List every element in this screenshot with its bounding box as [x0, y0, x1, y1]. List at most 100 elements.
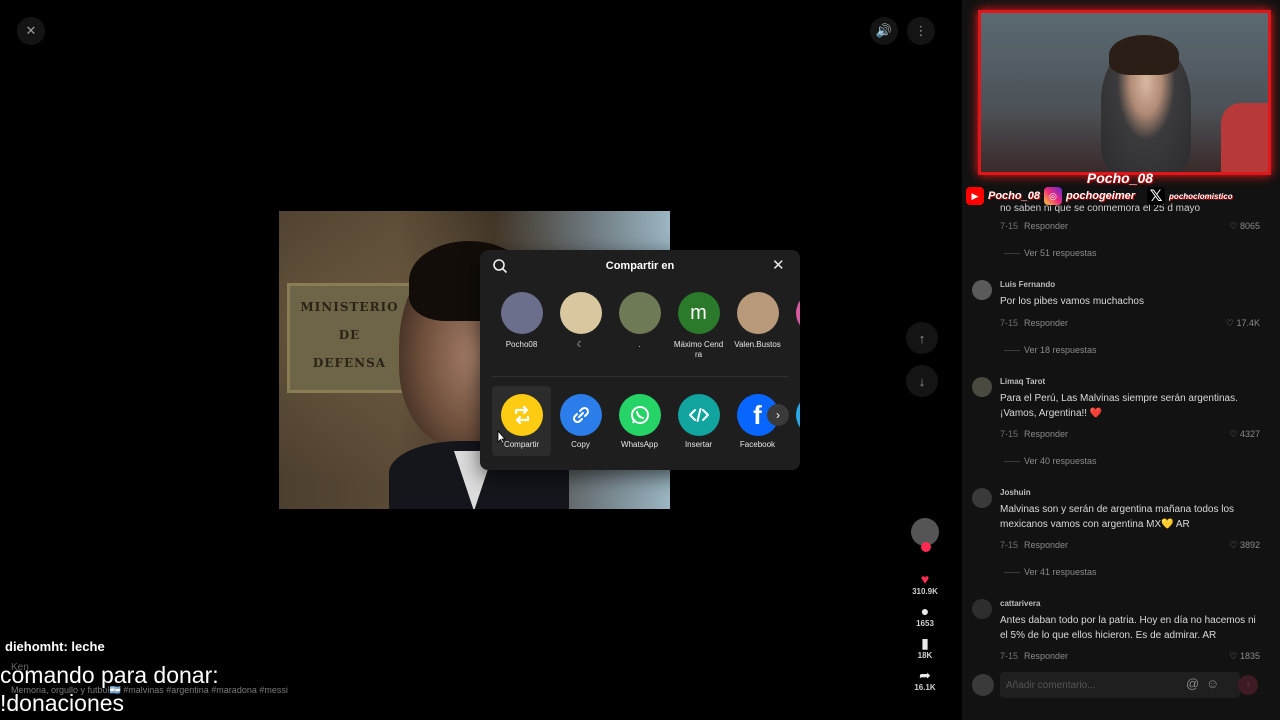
donate-overlay-line1: comando para donar:: [0, 662, 219, 688]
view-replies-button[interactable]: Ver 41 respuestas: [1004, 567, 1097, 577]
share-embed-button[interactable]: Insertar: [669, 386, 728, 456]
comment-text: Para el Perú, Las Malvinas siempre serán…: [1000, 393, 1238, 419]
follow-plus-icon[interactable]: [921, 542, 931, 552]
share-telegram-button[interactable]: ➤ Te: [787, 386, 800, 456]
comment-username[interactable]: Limaq Tarot: [1000, 377, 1045, 386]
share-copy-link-button[interactable]: Copy: [551, 386, 610, 456]
reply-button[interactable]: Responder: [1024, 540, 1068, 550]
share-action[interactable]: ➦ 16.1K: [905, 668, 945, 693]
comment-date: 7-15: [1000, 651, 1019, 661]
reply-button[interactable]: Responder: [1024, 651, 1068, 661]
comment-text: Por los pibes vamos muchachos: [1000, 296, 1144, 307]
comment-username[interactable]: Joshuin: [1000, 488, 1031, 497]
streamer-name: Pocho_08: [1086, 170, 1154, 186]
comment-likes[interactable]: ♡ 1835: [1229, 651, 1260, 662]
like-count: 8065: [1239, 221, 1260, 231]
comment-username[interactable]: Luis Fernando: [1000, 280, 1055, 289]
view-replies-button[interactable]: Ver 51 respuestas: [1004, 248, 1097, 258]
contact-pocho08[interactable]: Pocho08: [492, 292, 551, 374]
reply-button[interactable]: Responder: [1024, 429, 1068, 439]
view-replies-button[interactable]: Ver 40 respuestas: [1004, 456, 1097, 466]
repost-icon[interactable]: [500, 394, 543, 436]
avatar: [972, 674, 994, 696]
like-action[interactable]: ♥ 310.9K: [905, 572, 945, 597]
donate-overlay-line2: !donaciones: [0, 690, 125, 716]
mention-icon[interactable]: @: [1186, 676, 1199, 691]
volume-icon[interactable]: 🔊: [870, 17, 898, 45]
comment-likes[interactable]: ♡ 8065: [1229, 221, 1260, 232]
share-dialog: Compartir en ✕ Pocho08 ☾ . m Máximo Cend: [480, 250, 800, 470]
reply-button[interactable]: Responder: [1024, 221, 1068, 231]
bookmark-icon[interactable]: ▮: [905, 636, 945, 651]
share-whatsapp-button[interactable]: WhatsApp: [610, 386, 669, 456]
contact-partial[interactable]: [787, 292, 800, 374]
next-video-arrow-icon[interactable]: ↓: [906, 365, 938, 397]
contact-avatar: [618, 292, 661, 334]
whatsapp-icon[interactable]: [618, 394, 661, 436]
share-arrow-icon[interactable]: ➦: [905, 668, 945, 683]
contact-name: Máximo Cendra: [673, 340, 724, 359]
share-count: 16.1K: [914, 683, 936, 692]
comment-meta: 7-15 Responder ♡ 1835: [1000, 651, 1260, 663]
contact-valen-bustos[interactable]: Valen.Bustos: [728, 292, 787, 374]
avatar[interactable]: [972, 599, 992, 619]
like-count: 310.9K: [912, 587, 938, 596]
comment-likes[interactable]: ♡ 4327: [1229, 429, 1260, 440]
reply-button[interactable]: Responder: [1024, 318, 1068, 328]
share-divider: [492, 376, 788, 377]
comment-username[interactable]: cattarivera: [1000, 599, 1040, 608]
contact-maximo-cendra[interactable]: m Máximo Cendra: [669, 292, 728, 374]
x-logo-icon: 𝕏: [1147, 187, 1166, 205]
comment-text: Antes daban todo por la patria. Hoy en d…: [1000, 615, 1256, 641]
emoji-icon[interactable]: ☺: [1206, 676, 1219, 691]
contact-dot[interactable]: .: [610, 292, 669, 374]
chevron-right-icon[interactable]: ›: [767, 404, 789, 426]
share-dialog-title: Compartir en: [605, 260, 675, 272]
comment-text: Malvinas son y serán de argentina mañana…: [1000, 504, 1235, 530]
previous-video-arrow-icon[interactable]: ↑: [906, 322, 938, 354]
instagram-handle: pochogeimer: [1065, 190, 1136, 202]
like-count: 4327: [1239, 429, 1260, 439]
contact-avatar: [736, 292, 779, 334]
heart-icon[interactable]: ♥: [905, 572, 945, 587]
save-count: 18K: [917, 651, 933, 660]
screen: ✕ 🔊 ⋮ MINISTERIO DE DEFENSA ↑ ↓ ♥ 310.9K: [0, 0, 1280, 720]
comment-meta: 7-15 Responder ♡ 8065: [1000, 221, 1260, 233]
contact-avatar: m: [677, 292, 720, 334]
comment-date: 7-15: [1000, 318, 1019, 328]
link-icon[interactable]: [559, 394, 602, 436]
contact-avatar: [795, 292, 800, 334]
webcam-chair: [1221, 103, 1268, 172]
share-contacts-row: Pocho08 ☾ . m Máximo Cendra Valen.Bustos: [492, 292, 800, 374]
like-count: 17.4K: [1236, 318, 1260, 328]
share-repost-button[interactable]: Compartir: [492, 386, 551, 456]
comment-input[interactable]: [1000, 672, 1240, 698]
creator-avatar[interactable]: [911, 518, 939, 552]
like-count: 1835: [1239, 651, 1260, 661]
comment-likes[interactable]: ♡ 3892: [1229, 540, 1260, 551]
avatar[interactable]: [972, 488, 992, 508]
avatar[interactable]: [972, 280, 992, 300]
view-replies-button[interactable]: Ver 18 respuestas: [1004, 345, 1097, 355]
avatar[interactable]: [972, 377, 992, 397]
comment-icon[interactable]: ●: [905, 604, 945, 619]
more-options-icon[interactable]: ⋮: [907, 17, 935, 45]
send-arrow-icon[interactable]: ↑: [1238, 675, 1258, 695]
comment-date: 7-15: [1000, 221, 1019, 231]
app-label: Facebook: [739, 440, 776, 449]
close-icon[interactable]: ✕: [772, 258, 785, 274]
contact-name: ☾: [576, 340, 585, 349]
embed-icon[interactable]: [677, 394, 720, 436]
telegram-icon[interactable]: ➤: [795, 394, 800, 436]
contact-avatar: [500, 292, 543, 334]
webcam-overlay: [978, 10, 1271, 175]
comment-action[interactable]: ● 1653: [905, 604, 945, 629]
comment-meta: 7-15 Responder ♡ 4327: [1000, 429, 1260, 441]
contact-moon[interactable]: ☾: [551, 292, 610, 374]
video-player[interactable]: ✕ 🔊 ⋮ MINISTERIO DE DEFENSA ↑ ↓ ♥ 310.9K: [0, 0, 962, 720]
webcam-person-hair: [1109, 35, 1179, 75]
save-action[interactable]: ▮ 18K: [905, 636, 945, 661]
instagram-icon: ◎: [1043, 187, 1062, 205]
comment-likes[interactable]: ♡ 17.4K: [1226, 318, 1260, 329]
close-video-icon[interactable]: ✕: [17, 17, 45, 45]
